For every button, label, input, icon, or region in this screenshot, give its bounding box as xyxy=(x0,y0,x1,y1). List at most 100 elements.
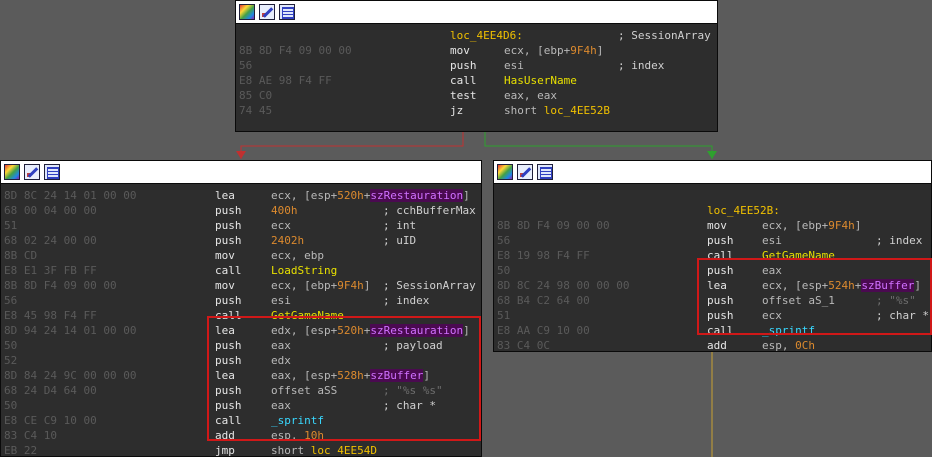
opcode-bytes: 68 B4 C2 64 00 xyxy=(497,294,590,307)
graph-view-icon[interactable] xyxy=(239,4,255,20)
instruction-operands: 2402h xyxy=(271,233,304,248)
operand-token: 2402h xyxy=(271,234,305,247)
edit-icon[interactable] xyxy=(24,164,40,180)
code-line[interactable]: 68 24 D4 64 00 push offset aSS ; "%s %s" xyxy=(1,383,481,398)
code-line[interactable]: 50 push eax ; char * xyxy=(1,398,481,413)
operand-token[interactable]: szBuffer xyxy=(861,279,915,292)
code-line[interactable]: 51 push ecx ; char * xyxy=(494,308,931,323)
operand-token: esi xyxy=(762,234,782,247)
edit-icon[interactable] xyxy=(259,4,275,20)
code-block-fallthrough[interactable]: 8D 8C 24 14 01 00 00 lea ecx, [esp+520h+sz… xyxy=(0,160,482,457)
edge-false-branch-arrowhead xyxy=(236,151,246,159)
code-line[interactable]: 8D 84 24 9C 00 00 00 lea eax, [esp+528h+sz… xyxy=(1,368,481,383)
opcode-bytes: 68 02 24 00 00 xyxy=(4,234,97,247)
code-line[interactable]: loc_4EE52B: xyxy=(494,203,931,218)
code-line[interactable]: E8 45 98 F4 FF call GetGameName xyxy=(1,308,481,323)
operand-token: ] xyxy=(854,219,862,232)
operand-token[interactable]: szBuffer xyxy=(370,369,424,382)
code-line[interactable]: 52 push edx xyxy=(1,353,481,368)
xrefs-icon[interactable] xyxy=(537,164,553,180)
code-line[interactable]: 50 push eax xyxy=(494,263,931,278)
instruction-mnemonic: lea xyxy=(707,279,727,292)
code-block-loc-4ee4d6[interactable]: loc_4EE4D6:; SessionArray 8B 8D F4 09 00 … xyxy=(235,0,718,132)
code-line[interactable]: 8B 8D F4 09 00 00 mov ecx, [ebp+9F4h] ; Ses… xyxy=(1,278,481,293)
code-line[interactable] xyxy=(494,188,931,203)
code-comment: ; index xyxy=(876,234,923,247)
edge-false-branch[interactable] xyxy=(240,132,464,159)
code-line[interactable]: 8B 8D F4 09 00 00 mov ecx, [ebp+9F4h] xyxy=(236,43,717,58)
code-line[interactable]: E8 19 98 F4 FF call GetGameName xyxy=(494,248,931,263)
instruction-operands: edx xyxy=(271,353,291,368)
operand-token: ecx, [ebp+ xyxy=(504,44,571,57)
code-line[interactable]: E8 AA C9 10 00 call _sprintf xyxy=(494,323,931,338)
code-line[interactable]: E8 E1 3F FB FF call LoadString xyxy=(1,263,481,278)
opcode-bytes: 50 xyxy=(4,339,18,352)
code-comment: ; "%s %s" xyxy=(383,384,443,397)
operand-token: 10h xyxy=(304,429,324,442)
operand-token[interactable]: szRestauration xyxy=(370,324,464,337)
code-line[interactable]: 8D 94 24 14 01 00 00 lea edx, [esp+520h+sz… xyxy=(1,323,481,338)
operand-token: ] xyxy=(423,369,430,382)
instruction-mnemonic: push xyxy=(707,234,734,247)
code-comment: ; index xyxy=(618,59,665,72)
graph-view-icon[interactable] xyxy=(497,164,513,180)
instruction-mnemonic: call xyxy=(707,324,734,337)
instruction-operands: eax xyxy=(762,263,782,278)
code-line[interactable]: 56 push esi ; index xyxy=(236,58,717,73)
code-line[interactable]: 68 00 04 00 00 push 400h ; cchBufferMax xyxy=(1,203,481,218)
operand-token: eax, [esp+ xyxy=(271,369,338,382)
opcode-bytes: 74 45 xyxy=(239,104,273,117)
code-line[interactable]: 83 C4 10 add esp, 10h xyxy=(1,428,481,443)
code-block-loc-4ee52b[interactable]: loc_4EE52B: 8B 8D F4 09 00 00 mov ecx, [ebp… xyxy=(493,160,932,352)
instruction-mnemonic: mov xyxy=(707,219,727,232)
instruction-mnemonic: call xyxy=(450,74,477,87)
operand-token[interactable]: loc_4EE54D xyxy=(311,444,377,456)
code-line[interactable]: 8B CD mov ecx, ebp xyxy=(1,248,481,263)
code-line[interactable]: EB 22 jmp short loc_4EE54D xyxy=(1,443,481,456)
operand-token[interactable]: GetGameName xyxy=(271,309,344,322)
operand-token[interactable]: _sprintf xyxy=(762,324,815,337)
edit-icon[interactable] xyxy=(517,164,533,180)
code-line[interactable]: 83 C4 0C add esp, 0Ch xyxy=(494,338,931,351)
edge-true-branch[interactable] xyxy=(484,132,713,159)
code-comment: ; uID xyxy=(383,234,417,247)
code-line[interactable]: 50 push eax ; payload xyxy=(1,338,481,353)
operand-token[interactable]: loc_4EE52B xyxy=(544,104,610,117)
code-line[interactable]: 68 B4 C2 64 00 push offset aS_1 ; "%s" xyxy=(494,293,931,308)
code-line[interactable]: 56 push esi ; index xyxy=(1,293,481,308)
code-label[interactable]: loc_4EE4D6: xyxy=(450,28,523,43)
code-line[interactable]: 51 push ecx ; int xyxy=(1,218,481,233)
xrefs-icon[interactable] xyxy=(44,164,60,180)
edge-true-branch-arrowhead xyxy=(707,151,717,159)
code-line[interactable]: 56 push esi ; index xyxy=(494,233,931,248)
code-line[interactable]: 85 C0 test eax, eax xyxy=(236,88,717,103)
operand-token[interactable]: GetGameName xyxy=(762,249,835,262)
instruction-mnemonic: lea xyxy=(215,189,235,202)
code-line[interactable]: loc_4EE4D6: ; SessionArray xyxy=(236,28,717,43)
instruction-mnemonic: call xyxy=(707,249,734,262)
xrefs-icon[interactable] xyxy=(279,4,295,20)
operand-token[interactable]: szRestauration xyxy=(370,189,464,202)
operand-token: offset aS_1 xyxy=(762,294,835,307)
instruction-operands: ecx, [esp+520h+szRestauration] xyxy=(271,188,470,203)
instruction-mnemonic: call xyxy=(215,414,242,427)
operand-token: ] xyxy=(596,44,604,57)
operand-token[interactable]: _sprintf xyxy=(271,414,324,427)
code-line[interactable]: E8 CE C9 10 00 call _sprintf xyxy=(1,413,481,428)
operand-token: ecx, ebp xyxy=(271,249,324,262)
instruction-mnemonic: lea xyxy=(215,369,235,382)
code-line[interactable]: E8 AE 98 F4 FF call HasUserName xyxy=(236,73,717,88)
code-line[interactable]: 68 02 24 00 00 push 2402h ; uID xyxy=(1,233,481,248)
code-line[interactable]: 8D 8C 24 98 00 00 00 lea ecx, [esp+524h+sz… xyxy=(494,278,931,293)
code-line[interactable]: 74 45 jz short loc_4EE52B xyxy=(236,103,717,118)
code-label[interactable]: loc_4EE52B: xyxy=(707,203,780,218)
operand-token[interactable]: LoadString xyxy=(271,264,337,277)
code-line[interactable]: 8B 8D F4 09 00 00 mov ecx, [ebp+9F4h] xyxy=(494,218,931,233)
graph-view-icon[interactable] xyxy=(4,164,20,180)
operand-token[interactable]: HasUserName xyxy=(504,74,577,87)
instruction-operands: esp, 10h xyxy=(271,428,324,443)
opcode-bytes: 8B 8D F4 09 00 00 xyxy=(4,279,117,292)
code-line[interactable]: 8D 8C 24 14 01 00 00 lea ecx, [esp+520h+sz… xyxy=(1,188,481,203)
opcode-bytes: 8B 8D F4 09 00 00 xyxy=(497,219,610,232)
operand-token: ] xyxy=(363,279,371,292)
